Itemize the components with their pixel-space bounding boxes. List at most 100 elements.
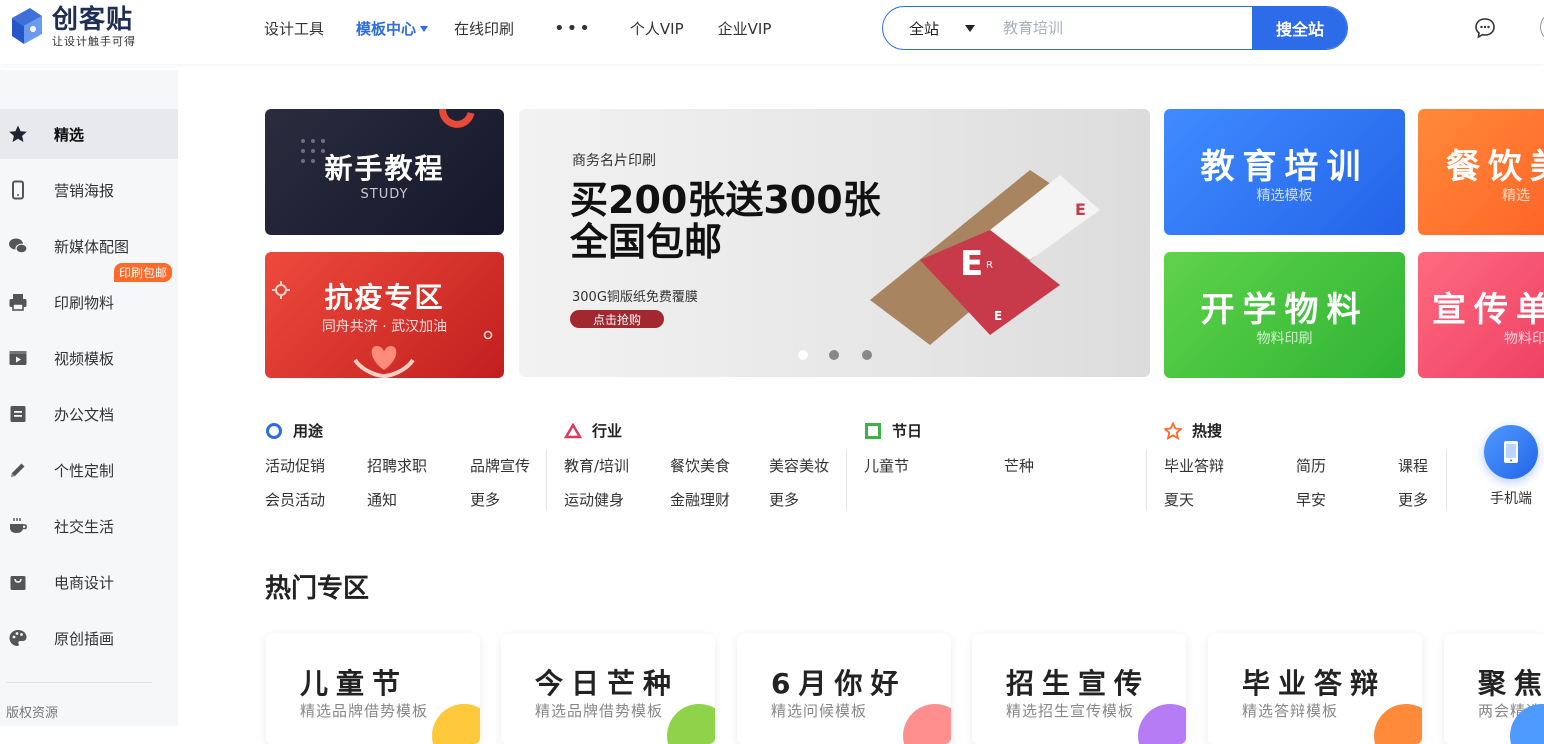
tag-hot[interactable]: 早安 <box>1296 489 1326 510</box>
tag-holiday[interactable]: 芒种 <box>1004 455 1034 476</box>
banner-newbie-tutorial[interactable]: 新手教程 STUDY <box>265 109 504 235</box>
shopping-bag-icon <box>8 572 28 592</box>
tag-industry[interactable]: 运动健身 <box>564 489 624 510</box>
sidebar-divider <box>6 682 152 683</box>
tag-usage[interactable]: 活动促销 <box>265 455 325 476</box>
mobile-app-button[interactable] <box>1484 425 1538 479</box>
triangle-icon <box>564 422 582 440</box>
banner-edu-sub: 精选模板 <box>1256 188 1313 204</box>
phone-icon <box>8 180 28 200</box>
divider <box>1146 450 1147 510</box>
banner-food-sub: 精选 <box>1502 188 1530 204</box>
sidebar-item-label: 视频模板 <box>54 349 115 368</box>
tag-holiday[interactable]: 儿童节 <box>864 455 909 476</box>
message-icon[interactable] <box>1474 17 1496 39</box>
sidebar-item-custom[interactable]: 个性定制 <box>0 445 178 495</box>
virus-small-icon <box>483 330 493 340</box>
hot-card-title: 招生宣传 <box>1006 667 1151 700</box>
sidebar-item-social-life[interactable]: 社交生活 <box>0 501 178 551</box>
buy-now-button[interactable]: 点击抢购 <box>570 310 664 328</box>
sidebar: 精选 营销海报 新媒体配图 印刷物料 印刷包邮 视频模板 办公文档 个性定制 社… <box>0 70 178 726</box>
carousel-dot-1[interactable] <box>798 350 808 360</box>
banner-covid-sub: 同舟共济 · 武汉加油 <box>321 319 448 335</box>
banner-food[interactable]: 餐饮美 精选 <box>1418 109 1544 235</box>
hot-card[interactable]: 毕业答辩 精选答辩模板 <box>1208 634 1422 744</box>
tag-usage[interactable]: 品牌宣传 <box>470 455 530 476</box>
divider <box>1446 450 1447 510</box>
sidebar-item-illustration[interactable]: 原创插画 <box>0 613 178 663</box>
tag-hot-more[interactable]: 更多 <box>1398 489 1428 510</box>
sidebar-item-ecommerce[interactable]: 电商设计 <box>0 557 178 607</box>
nav-design-tools[interactable]: 设计工具 <box>264 18 324 39</box>
sidebar-item-office-docs[interactable]: 办公文档 <box>0 389 178 439</box>
sidebar-item-label: 个性定制 <box>54 461 115 480</box>
tag-hot[interactable]: 夏天 <box>1164 489 1194 510</box>
tag-hot[interactable]: 毕业答辩 <box>1164 455 1224 476</box>
banner-covid-zone[interactable]: 抗疫专区 同舟共济 · 武汉加油 <box>265 252 504 378</box>
nav-template-center-label: 模板中心 <box>356 19 417 38</box>
brand-name: 创客贴 <box>52 5 134 35</box>
more-menu-icon[interactable]: ••• <box>554 18 592 39</box>
dropdown-arrow-icon <box>965 24 976 32</box>
hot-card-sub: 精选答辩模板 <box>1242 702 1339 720</box>
search-bar: 全站 搜全站 <box>882 6 1348 50</box>
sidebar-item-marketing-poster[interactable]: 营销海报 <box>0 165 178 215</box>
banner-food-title: 餐饮美 <box>1446 147 1544 187</box>
tag-usage[interactable]: 招聘求职 <box>367 455 427 476</box>
hot-card-title: 毕业答辩 <box>1242 667 1387 700</box>
banner-education[interactable]: 教育培训 精选模板 <box>1164 109 1405 235</box>
banner-newbie-title: 新手教程 <box>324 152 445 185</box>
tag-industry[interactable]: 金融理财 <box>670 489 730 510</box>
hot-card[interactable]: 6月你好 精选问候模板 <box>737 634 951 744</box>
banner-main-line2: 全国包邮 <box>570 220 723 264</box>
tag-hot[interactable]: 简历 <box>1296 455 1326 476</box>
tag-industry[interactable]: 餐饮美食 <box>670 455 730 476</box>
hot-card-sub: 精选品牌借势模板 <box>300 702 429 720</box>
hot-card[interactable]: 儿童节 精选品牌借势模板 <box>266 634 480 744</box>
sidebar-item-label: 社交生活 <box>54 517 115 536</box>
nav-online-print[interactable]: 在线印刷 <box>454 18 514 39</box>
tag-industry[interactable]: 教育/培训 <box>564 455 629 476</box>
nav-personal-vip[interactable]: 个人VIP <box>630 18 684 39</box>
category-hot-title: 热搜 <box>1192 422 1223 440</box>
search-scope-select[interactable]: 全站 <box>883 18 1003 39</box>
svg-text:E: E <box>960 244 983 284</box>
tag-usage[interactable]: 通知 <box>367 489 397 510</box>
sidebar-item-print-material[interactable]: 印刷物料 印刷包邮 <box>0 263 178 327</box>
sidebar-item-video-template[interactable]: 视频模板 <box>0 333 178 383</box>
svg-text:R: R <box>986 260 993 271</box>
main-nav: 设计工具 模板中心 在线印刷 ••• 个人VIP 企业VIP <box>264 0 771 56</box>
banner-school-supplies[interactable]: 开学物料 物料印刷 <box>1164 252 1405 378</box>
wechat-icon <box>8 236 28 256</box>
sidebar-item-label: 新媒体配图 <box>54 237 130 256</box>
banner-school-sub: 物料印刷 <box>1256 331 1313 347</box>
logo-icon <box>8 4 46 50</box>
banner-edu-title: 教育培训 <box>1200 147 1369 187</box>
tag-industry[interactable]: 美容美妆 <box>769 455 829 476</box>
carousel-dot-2[interactable] <box>829 350 839 360</box>
search-input[interactable] <box>1003 7 1252 49</box>
avatar[interactable] <box>1540 12 1544 42</box>
tag-usage[interactable]: 会员活动 <box>265 489 325 510</box>
hot-card[interactable]: 招生宣传 精选招生宣传模板 <box>972 634 1186 744</box>
banner-flyer[interactable]: 宣传单 物料印 <box>1418 252 1544 378</box>
hot-card[interactable]: 今日芒种 精选品牌借势模板 <box>501 634 715 744</box>
sidebar-item-copyright[interactable]: 版权资源 <box>6 702 58 721</box>
square-icon <box>864 422 882 440</box>
tag-hot[interactable]: 课程 <box>1398 455 1428 476</box>
nav-enterprise-vip[interactable]: 企业VIP <box>718 18 772 39</box>
sidebar-item-label: 办公文档 <box>54 405 115 424</box>
circle-icon <box>265 422 283 440</box>
business-card-image: E E R E <box>870 170 1100 345</box>
search-button[interactable]: 搜全站 <box>1252 7 1347 49</box>
hot-card[interactable]: 聚焦 两会精选 <box>1444 634 1544 744</box>
tag-usage-more[interactable]: 更多 <box>470 489 500 510</box>
carousel-dot-3[interactable] <box>862 350 872 360</box>
hot-card-decoration <box>432 704 480 744</box>
nav-template-center[interactable]: 模板中心 <box>356 18 429 39</box>
tag-industry-more[interactable]: 更多 <box>769 489 799 510</box>
sidebar-item-featured[interactable]: 精选 <box>0 109 178 159</box>
category-usage-title: 用途 <box>293 422 324 440</box>
logo[interactable]: 创客贴 让设计触手可得 <box>8 4 136 50</box>
video-icon <box>8 348 28 368</box>
